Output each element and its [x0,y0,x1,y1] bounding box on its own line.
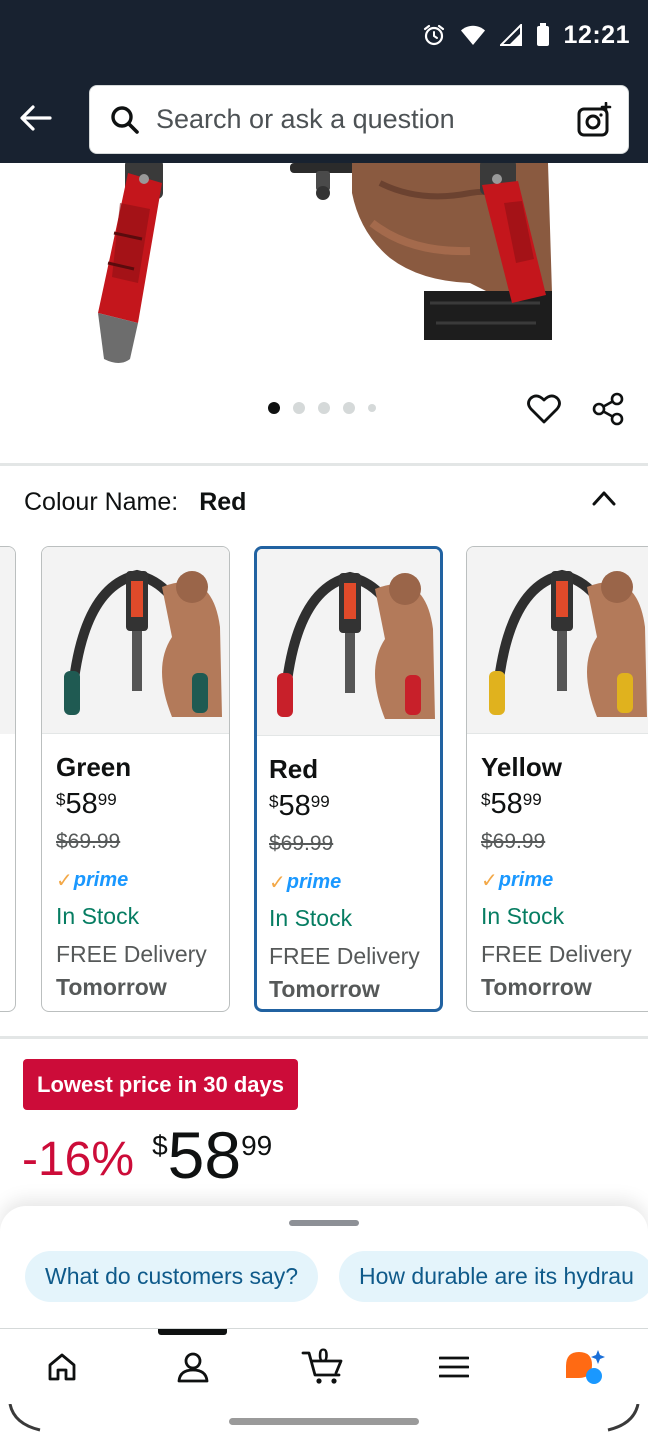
check-icon: ✓ [269,872,286,894]
alarm-icon [422,23,446,47]
carousel-dot-active [268,402,280,414]
colour-option-image [0,547,15,734]
collapse-button[interactable] [584,478,624,518]
colour-selector-header: Colour Name: Red [24,488,246,517]
stock-status: In Stock [481,903,565,929]
nav-home[interactable] [27,1329,97,1405]
suggestion-chip[interactable]: What do customers say? [25,1251,319,1302]
status-time: 12:21 [563,20,630,49]
colour-option-name: Red [269,754,319,784]
price-cents: 99 [241,1130,273,1161]
colour-option-image [257,549,440,736]
delivery-text: FREE Delivery [481,941,632,967]
check-icon: ✓ [481,870,498,892]
colour-option-was-price: $69.99 [269,832,334,855]
gesture-bar-area [0,1404,648,1440]
colour-label: Colour Name: [24,488,179,516]
price-whole: 58 [167,1118,242,1192]
suggestion-chip[interactable]: How durable are its hydrau [339,1251,648,1302]
product-price: -16% $ 58 99 [22,1120,272,1190]
delivery-day: Tomorrow [481,974,592,1000]
camera-icon [577,102,612,137]
carousel-indicator [268,402,376,414]
status-bar: 12:21 [422,18,630,52]
colour-selected-value: Red [199,488,247,516]
search-icon [110,105,140,135]
suggestions-sheet: What do customers say? How durable are i… [0,1206,648,1328]
carousel-dot [343,402,355,414]
delivery-text: FREE Delivery [269,943,420,969]
nav-menu[interactable] [419,1329,489,1405]
colour-option-yellow[interactable]: Yellow $58 99 $69.99 ✓ prime In Stock FREE… [466,546,648,1012]
colour-option-name: Yellow [481,752,562,782]
wifi-icon [460,24,486,46]
carousel-dot [293,402,305,414]
check-icon: ✓ [56,870,73,892]
colour-option-green[interactable]: Green $58 99 $69.99 ✓ prime In Stock FREE … [41,546,230,1012]
back-button[interactable] [14,96,58,140]
nav-account[interactable] [158,1329,228,1405]
colour-option-image [467,547,648,734]
colour-option-red[interactable]: Red $58 99 $69.99 ✓ prime In Stock FREE De… [254,546,443,1012]
delivery-text: FREE Delivery [56,941,207,967]
colour-option-price: $58 99 [269,790,330,822]
colour-option-price: $58 99 [481,788,542,820]
colour-option-card-partial[interactable] [0,546,16,1012]
signal-icon [499,24,522,46]
stock-status: In Stock [269,905,353,931]
colour-option-name: Green [56,752,132,782]
heart-icon [527,394,561,424]
colour-option-price: $58 99 [56,788,117,820]
prime-badge: ✓ prime [481,869,554,892]
colour-option-was-price: $69.99 [56,830,121,853]
home-gesture-handle[interactable] [229,1418,419,1425]
top-bar: 12:21 [0,0,648,163]
colour-option-was-price: $69.99 [481,830,546,853]
search-bar[interactable] [89,85,629,154]
deal-badge: Lowest price in 30 days [23,1059,298,1110]
sheet-drag-handle[interactable] [289,1220,359,1226]
rufus-icon [566,1350,605,1384]
wishlist-button[interactable] [523,388,565,430]
battery-icon [536,23,550,47]
section-divider [0,463,648,466]
prime-badge: ✓ prime [269,871,342,894]
nav-rufus[interactable] [549,1329,619,1405]
arrow-left-icon [20,105,52,131]
carousel-dot [318,402,330,414]
account-icon [177,1352,209,1383]
home-icon [48,1353,76,1381]
discount-percent: -16% [22,1133,135,1186]
share-icon [592,392,624,426]
stock-status: In Stock [56,903,140,929]
carousel-dot [368,404,376,412]
share-button[interactable] [587,388,629,430]
delivery-day: Tomorrow [56,974,167,1000]
prime-badge: ✓ prime [56,869,129,892]
cart-count: 0 [318,1346,329,1367]
chevron-up-icon [592,491,616,506]
camera-search-button[interactable] [574,100,614,140]
search-input[interactable] [156,104,566,135]
menu-icon [439,1356,469,1378]
price-symbol: $ [152,1130,168,1161]
delivery-day: Tomorrow [269,976,380,1002]
colour-option-image [42,547,229,734]
section-divider [0,1036,648,1039]
